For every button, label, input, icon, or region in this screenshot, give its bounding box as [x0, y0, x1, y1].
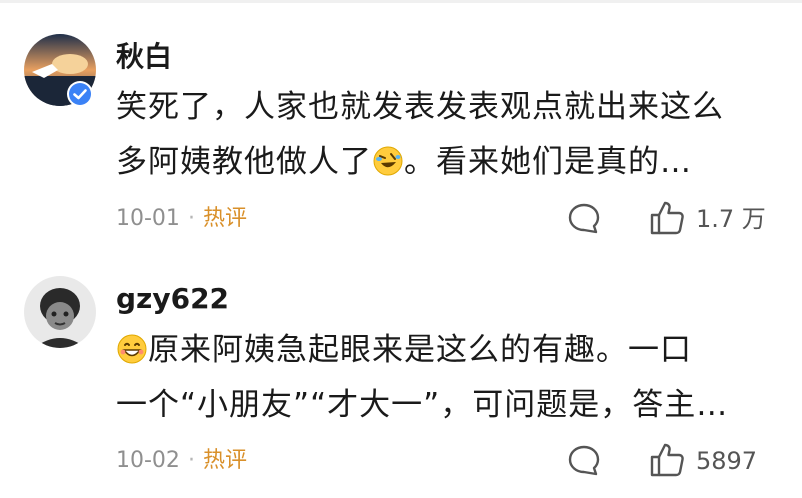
- meta-separator: ·: [187, 206, 195, 231]
- username[interactable]: gzy622: [116, 282, 229, 316]
- username[interactable]: 秋白: [116, 40, 172, 74]
- comment-text-line: 笑死了，人家也就发表发表观点就出来这么: [116, 89, 724, 125]
- comment-text-line: 一个“小朋友”“才大一”，可问题是，答主…: [116, 387, 729, 423]
- reply-icon[interactable]: [566, 443, 602, 479]
- verified-badge-icon: [67, 81, 93, 107]
- comment-date: 10-01: [116, 206, 180, 231]
- comment-meta: 10-01 · 热评: [116, 205, 247, 233]
- like-count: 1.7 万: [696, 205, 766, 233]
- top-divider: [0, 0, 802, 3]
- comment-date: 10-02: [116, 448, 180, 473]
- avatar[interactable]: [24, 276, 96, 348]
- reply-icon[interactable]: [566, 201, 602, 237]
- meta-separator: ·: [187, 448, 195, 473]
- like-count: 5897: [696, 447, 758, 475]
- grinning-emoji-icon: [117, 334, 147, 364]
- hot-comment-tag: 热评: [202, 448, 247, 473]
- comment-text-line: 多阿姨教他做人了 。看来她们是真的…: [116, 144, 692, 180]
- hot-comment-tag: 热评: [202, 206, 247, 231]
- like-icon[interactable]: [648, 441, 686, 479]
- comment-meta: 10-02 · 热评: [116, 447, 247, 475]
- rolling-laughing-emoji-icon: [373, 146, 403, 176]
- comment-text-line: 原来阿姨急起眼来是这么的有趣。一口: [116, 330, 692, 370]
- like-icon[interactable]: [648, 199, 686, 237]
